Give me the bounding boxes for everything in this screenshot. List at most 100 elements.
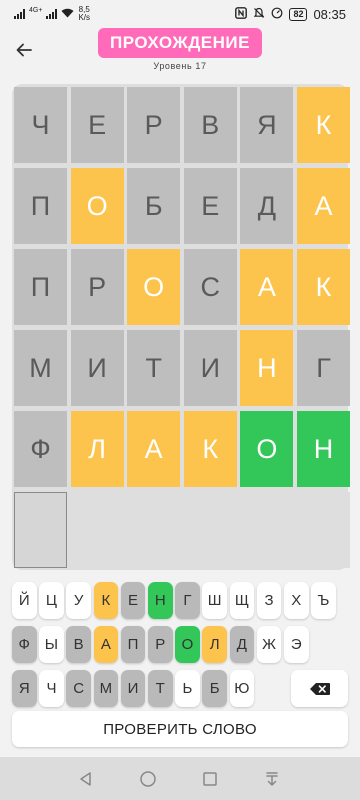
key-Ь[interactable]: Ь: [175, 670, 200, 707]
circle-home-icon: [140, 771, 156, 787]
key-З[interactable]: З: [256, 582, 282, 619]
board-tile-r5-c3: А: [127, 411, 181, 487]
check-word-button[interactable]: ПРОВЕРИТЬ СЛОВО: [12, 711, 348, 747]
key-Э[interactable]: Э: [284, 626, 309, 663]
wifi-icon: [61, 8, 74, 21]
key-И[interactable]: И: [120, 670, 146, 707]
board-tile-r5-c1: Ф: [14, 411, 67, 487]
board-tile-r4-c1: М: [14, 330, 67, 406]
timer-icon: [271, 7, 283, 22]
key-А[interactable]: А: [93, 626, 119, 663]
board-tile-r2-c5: Д: [240, 168, 294, 244]
nav-back-button[interactable]: [72, 765, 100, 793]
net-speed: 8,5 K/s: [78, 6, 90, 22]
board-tile-r6-c3: [127, 492, 181, 568]
board-tile-r2-c3: Б: [127, 168, 181, 244]
board-tile-r4-c2: И: [70, 330, 124, 406]
board-tile-r5-c2: Л: [70, 411, 124, 487]
board-tile-r4-c3: Т: [127, 330, 181, 406]
board-tile-r3-c5: А: [240, 249, 294, 325]
key-Е[interactable]: Е: [120, 582, 146, 619]
key-Ф[interactable]: Ф: [12, 626, 37, 663]
board-tile-r3-c3: О: [127, 249, 181, 325]
board-tile-r5-c4: К: [183, 411, 237, 487]
net-speed-unit: K/s: [78, 13, 90, 22]
board-tile-r5-c6: Н: [297, 411, 350, 487]
nav-extra-button[interactable]: [258, 765, 286, 793]
key-У[interactable]: У: [66, 582, 91, 619]
network-type: 4G+: [29, 6, 43, 14]
board-tile-r1-c2: Е: [70, 87, 124, 163]
key-О[interactable]: О: [175, 626, 200, 663]
board-tile-r6-c4: [183, 492, 237, 568]
page-title: ПРОХОЖДЕНИЕ: [98, 28, 262, 58]
signal-icon-2: [46, 9, 58, 19]
board-tile-r3-c6: К: [297, 249, 350, 325]
triangle-back-icon: [80, 772, 91, 786]
board-tile-r3-c4: С: [183, 249, 237, 325]
key-Д[interactable]: Д: [229, 626, 255, 663]
backspace-key[interactable]: [291, 670, 348, 707]
key-Х[interactable]: Х: [284, 582, 309, 619]
board-tile-r6-c6: [297, 492, 350, 568]
backspace-icon: [309, 682, 330, 695]
key-Л[interactable]: Л: [202, 626, 227, 663]
status-bar: 4G+ 8,5 K/s 82 08:35: [0, 0, 360, 28]
key-Й[interactable]: Й: [12, 582, 37, 619]
status-right: 82 08:35: [235, 7, 346, 22]
board-tile-r2-c6: А: [297, 168, 350, 244]
app-root: 4G+ 8,5 K/s 82 08:35 ПРОХОЖДЕНИЕ Уровень…: [0, 0, 360, 800]
back-button[interactable]: [12, 38, 36, 62]
signal-icon: [14, 9, 25, 19]
key-Ю[interactable]: Ю: [229, 670, 255, 707]
nav-recent-button[interactable]: [196, 765, 224, 793]
key-Г[interactable]: Г: [175, 582, 200, 619]
key-Ш[interactable]: Ш: [202, 582, 227, 619]
key-Б[interactable]: Б: [202, 670, 227, 707]
board-tile-r1-c1: Ч: [14, 87, 67, 163]
board-tile-r4-c6: Г: [297, 330, 350, 406]
board-tile-r3-c2: Р: [70, 249, 124, 325]
mute-icon: [253, 7, 265, 22]
clock: 08:35: [313, 6, 346, 22]
key-Р[interactable]: Р: [148, 626, 173, 663]
key-Щ[interactable]: Щ: [229, 582, 255, 619]
board-tile-r2-c1: П: [14, 168, 67, 244]
board-tile-r5-c5: О: [240, 411, 294, 487]
board-tile-r2-c4: Е: [183, 168, 237, 244]
key-Т[interactable]: Т: [148, 670, 173, 707]
board-tile-r1-c5: Я: [240, 87, 294, 163]
key-С[interactable]: С: [66, 670, 91, 707]
square-recent-icon: [203, 772, 217, 786]
key-К[interactable]: К: [93, 582, 119, 619]
board-tile-r1-c3: Р: [127, 87, 181, 163]
key-Ы[interactable]: Ы: [39, 626, 64, 663]
board-tile-r4-c5: Н: [240, 330, 294, 406]
key-Ч[interactable]: Ч: [39, 670, 64, 707]
key-Ъ[interactable]: Ъ: [311, 582, 336, 619]
key-В[interactable]: В: [66, 626, 91, 663]
system-nav-bar: [0, 757, 360, 800]
board-tile-r1-c6: К: [297, 87, 350, 163]
status-left: 4G+ 8,5 K/s: [14, 6, 90, 22]
arrow-left-icon: [16, 43, 32, 57]
level-label: Уровень 17: [153, 61, 207, 71]
board-tile-r6-c5: [240, 492, 294, 568]
nfc-icon: [235, 6, 248, 22]
key-П[interactable]: П: [120, 626, 146, 663]
key-Н[interactable]: Н: [148, 582, 173, 619]
nav-home-button[interactable]: [134, 765, 162, 793]
board-tile-r2-c2: О: [70, 168, 124, 244]
board-tile-r3-c1: П: [14, 249, 67, 325]
key-Ж[interactable]: Ж: [256, 626, 282, 663]
board-tile-r6-c1: [14, 492, 67, 568]
key-Я[interactable]: Я: [12, 670, 37, 707]
board-tile-r1-c4: В: [183, 87, 237, 163]
game-board: ЧЕРВЯКПОБЕДАПРОСАКМИТИНГФЛАКОН: [12, 84, 350, 570]
key-Ц[interactable]: Ц: [39, 582, 64, 619]
battery-indicator: 82: [289, 7, 308, 21]
board-tile-r4-c4: И: [183, 330, 237, 406]
download-icon: [266, 772, 278, 786]
board-tile-r6-c2: [70, 492, 124, 568]
key-М[interactable]: М: [93, 670, 119, 707]
